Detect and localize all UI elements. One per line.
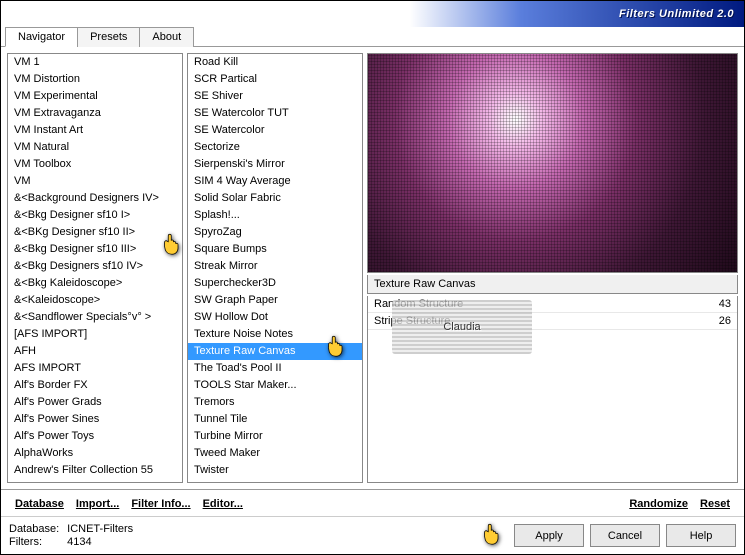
list-item[interactable]: Alf's Power Sines: [8, 411, 182, 428]
list-item[interactable]: &<Bkg Designer sf10 I>: [8, 207, 182, 224]
list-item[interactable]: Tremors: [188, 394, 362, 411]
list-item[interactable]: Alf's Power Toys: [8, 428, 182, 445]
param-row[interactable]: Stripe Structure 26: [368, 313, 737, 330]
list-item[interactable]: AFS IMPORT: [8, 360, 182, 377]
link-row: Database Import... Filter Info... Editor…: [1, 489, 744, 516]
list-item[interactable]: Alf's Power Grads: [8, 394, 182, 411]
list-item[interactable]: &<Sandflower Specials°v° >: [8, 309, 182, 326]
list-item[interactable]: SE Watercolor: [188, 122, 362, 139]
list-item[interactable]: SW Graph Paper: [188, 292, 362, 309]
list-item[interactable]: Sierpenski's Mirror: [188, 156, 362, 173]
list-item[interactable]: AlphaWorks: [8, 445, 182, 462]
list-item[interactable]: VM Instant Art: [8, 122, 182, 139]
list-item[interactable]: &<Bkg Kaleidoscope>: [8, 275, 182, 292]
list-item[interactable]: &<Background Designers IV>: [8, 190, 182, 207]
randomize-link[interactable]: Randomize: [623, 496, 694, 512]
list-item[interactable]: VM 1: [8, 54, 182, 71]
category-scroll[interactable]: VM 1VM DistortionVM ExperimentalVM Extra…: [8, 54, 182, 482]
apply-button[interactable]: Apply: [514, 524, 584, 547]
main-area: VM 1VM DistortionVM ExperimentalVM Extra…: [1, 47, 744, 489]
list-item[interactable]: SCR Partical: [188, 71, 362, 88]
list-item[interactable]: Turbine Mirror: [188, 428, 362, 445]
list-item[interactable]: Tweed Maker: [188, 445, 362, 462]
list-item[interactable]: AFH: [8, 343, 182, 360]
list-item[interactable]: [AFS IMPORT]: [8, 326, 182, 343]
title-bar: Filters Unlimited 2.0: [1, 1, 744, 27]
list-item[interactable]: Alf's Border FX: [8, 377, 182, 394]
list-item[interactable]: &<BKg Designer sf10 II>: [8, 224, 182, 241]
list-item[interactable]: &<Kaleidoscope>: [8, 292, 182, 309]
filter-info-link[interactable]: Filter Info...: [125, 496, 196, 512]
list-item[interactable]: The Toad's Pool II: [188, 360, 362, 377]
list-item[interactable]: VM: [8, 173, 182, 190]
param-value: 43: [719, 298, 731, 310]
help-button[interactable]: Help: [666, 524, 736, 547]
app-title: Filters Unlimited 2.0: [619, 8, 734, 20]
list-item[interactable]: SpyroZag: [188, 224, 362, 241]
status-filters-label: Filters:: [9, 536, 61, 548]
list-item[interactable]: Square Bumps: [188, 241, 362, 258]
list-item[interactable]: Road Kill: [188, 54, 362, 71]
list-item[interactable]: VM Experimental: [8, 88, 182, 105]
status-db-value: ICNET-Filters: [67, 523, 133, 535]
list-item[interactable]: VM Toolbox: [8, 156, 182, 173]
list-item[interactable]: Tunnel Tile: [188, 411, 362, 428]
editor-link[interactable]: Editor...: [197, 496, 249, 512]
status-block: Database: ICNET-Filters Filters: 4134: [9, 523, 133, 548]
tab-presets[interactable]: Presets: [77, 27, 140, 47]
import-link[interactable]: Import...: [70, 496, 125, 512]
list-item[interactable]: VM Distortion: [8, 71, 182, 88]
list-item[interactable]: Twister: [188, 462, 362, 479]
list-item[interactable]: Solid Solar Fabric: [188, 190, 362, 207]
parameters-list[interactable]: Random Structure 43 Stripe Structure 26: [367, 296, 738, 483]
list-item[interactable]: SW Hollow Dot: [188, 309, 362, 326]
list-item[interactable]: Superchecker3D: [188, 275, 362, 292]
list-item[interactable]: Sectorize: [188, 139, 362, 156]
list-item[interactable]: VM Natural: [8, 139, 182, 156]
list-item[interactable]: SIM 4 Way Average: [188, 173, 362, 190]
filter-list[interactable]: Road KillSCR ParticalSE ShiverSE Waterco…: [187, 53, 363, 483]
pointer-hand-icon: [478, 522, 506, 546]
preview-panel: Texture Raw Canvas Random Structure 43 Str…: [367, 53, 738, 483]
status-filters-value: 4134: [67, 536, 133, 548]
list-item[interactable]: &<Bkg Designers sf10 IV>: [8, 258, 182, 275]
link-spacer: [249, 496, 623, 512]
database-link[interactable]: Database: [9, 496, 70, 512]
list-item[interactable]: Streak Mirror: [188, 258, 362, 275]
list-item[interactable]: TOOLS Star Maker...: [188, 377, 362, 394]
list-item[interactable]: &<Bkg Designer sf10 III>: [8, 241, 182, 258]
tab-about[interactable]: About: [139, 27, 194, 47]
param-name: Stripe Structure: [374, 315, 450, 327]
status-db-label: Database:: [9, 523, 61, 535]
tabs-row: Navigator Presets About: [1, 26, 744, 47]
param-row[interactable]: Random Structure 43: [368, 296, 737, 313]
list-item[interactable]: Texture Noise Notes: [188, 326, 362, 343]
param-name: Random Structure: [374, 298, 463, 310]
tab-navigator[interactable]: Navigator: [5, 27, 78, 47]
filter-scroll[interactable]: Road KillSCR ParticalSE ShiverSE Waterco…: [188, 54, 362, 482]
list-item[interactable]: Texture Raw Canvas: [188, 343, 362, 360]
list-item[interactable]: SE Shiver: [188, 88, 362, 105]
list-item[interactable]: Splash!...: [188, 207, 362, 224]
category-list[interactable]: VM 1VM DistortionVM ExperimentalVM Extra…: [7, 53, 183, 483]
list-item[interactable]: SE Watercolor TUT: [188, 105, 362, 122]
preset-name: Texture Raw Canvas: [367, 275, 738, 294]
reset-link[interactable]: Reset: [694, 496, 736, 512]
param-value: 26: [719, 315, 731, 327]
footer: Database: ICNET-Filters Filters: 4134 Ap…: [1, 516, 744, 554]
list-item[interactable]: VM Extravaganza: [8, 105, 182, 122]
filter-preview: [367, 53, 738, 273]
cancel-button[interactable]: Cancel: [590, 524, 660, 547]
list-item[interactable]: Andrew's Filter Collection 55: [8, 462, 182, 479]
